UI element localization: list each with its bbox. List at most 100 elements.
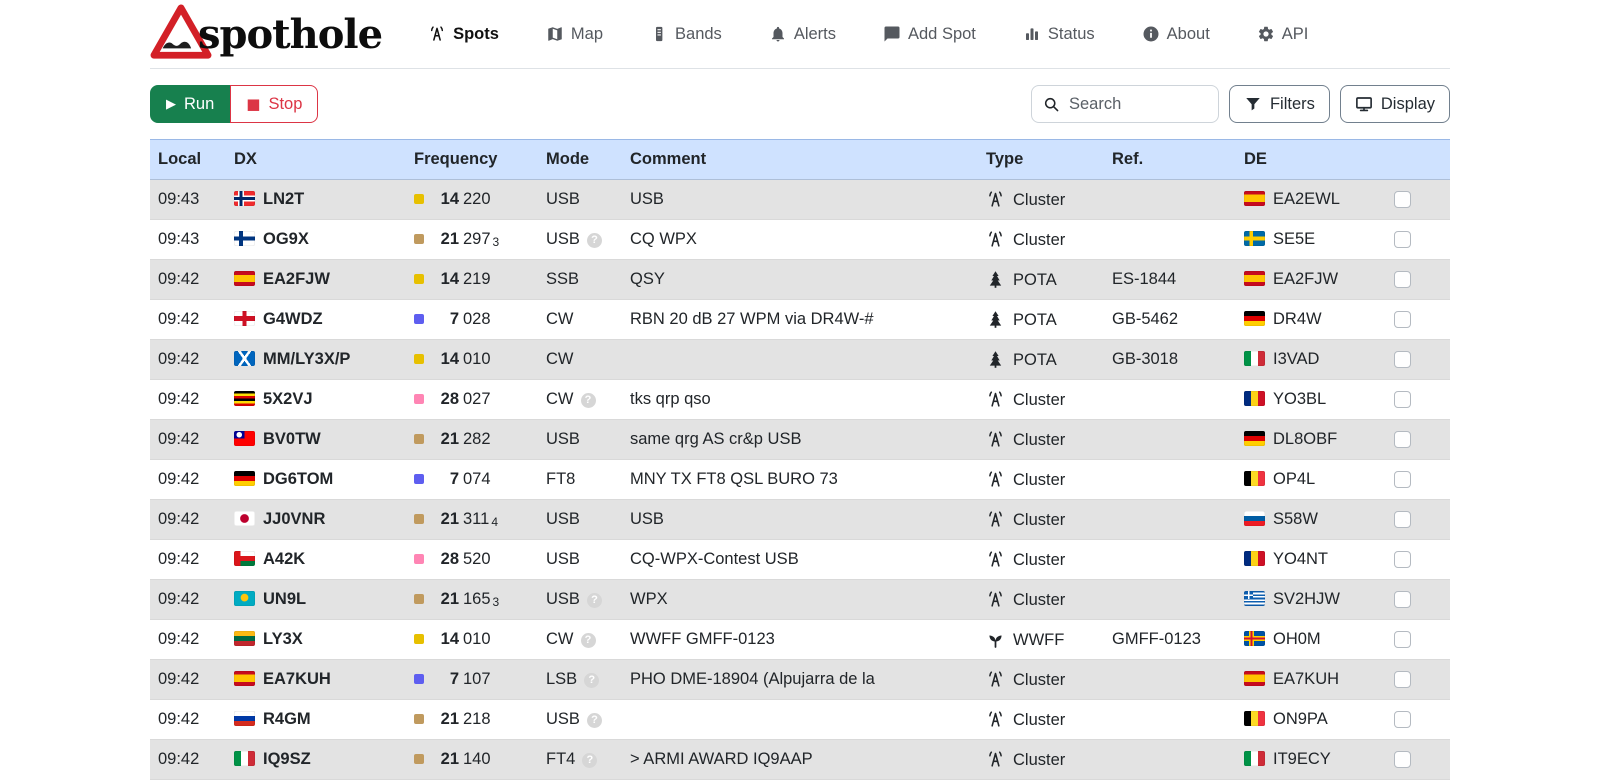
display-button[interactable]: Display: [1340, 85, 1450, 123]
ref-cell: [1104, 660, 1236, 700]
om-flag-icon: [234, 551, 255, 566]
run-stop-button-group: ▶ Run ■ Stop: [150, 85, 318, 123]
nav-item-status[interactable]: Status: [1023, 25, 1095, 44]
comment-cell: CQ-WPX-Contest USB: [622, 540, 978, 580]
dx-callsign[interactable]: BV0TW: [263, 430, 321, 448]
frequency-khz: 520: [463, 550, 491, 568]
dx-callsign[interactable]: A42K: [263, 550, 305, 568]
column-header-type[interactable]: Type: [978, 140, 1104, 180]
nav-item-alerts[interactable]: Alerts: [769, 25, 836, 44]
search-input[interactable]: [1069, 95, 1207, 114]
dx-callsign[interactable]: G4WDZ: [263, 310, 323, 328]
de-callsign[interactable]: EA2EWL: [1273, 190, 1340, 208]
local-time: 09:42: [158, 630, 199, 648]
dx-callsign[interactable]: MM/LY3X/P: [263, 350, 350, 368]
de-callsign[interactable]: DL8OBF: [1273, 430, 1337, 448]
spot-select-checkbox[interactable]: [1394, 191, 1411, 208]
ref-label[interactable]: GMFF-0123: [1112, 630, 1201, 648]
spot-select-checkbox[interactable]: [1394, 631, 1411, 648]
de-cell: EA2EWL: [1236, 180, 1386, 220]
nav-item-about[interactable]: About: [1142, 25, 1210, 44]
spot-select-checkbox[interactable]: [1394, 551, 1411, 568]
comment-text: tks qrp qso: [630, 390, 711, 408]
nav-item-bands[interactable]: Bands: [650, 25, 722, 44]
de-callsign[interactable]: OH0M: [1273, 630, 1321, 648]
spot-select-checkbox[interactable]: [1394, 511, 1411, 528]
dx-callsign[interactable]: DG6TOM: [263, 470, 333, 488]
comment-cell: WWFF GMFF-0123: [622, 620, 978, 660]
column-header-de[interactable]: DE: [1236, 140, 1386, 180]
spot-select-checkbox[interactable]: [1394, 751, 1411, 768]
dx-callsign[interactable]: EA2FJW: [263, 270, 330, 288]
column-header-frequency[interactable]: Frequency: [406, 140, 538, 180]
de-callsign[interactable]: IT9ECY: [1273, 750, 1331, 768]
type-label: WWFF: [1013, 631, 1064, 649]
type-label: POTA: [1013, 351, 1057, 369]
de-callsign[interactable]: EA7KUH: [1273, 670, 1339, 688]
spot-select-checkbox[interactable]: [1394, 271, 1411, 288]
spot-select-checkbox[interactable]: [1394, 711, 1411, 728]
mode-label: SSB: [546, 270, 579, 288]
spot-select-checkbox[interactable]: [1394, 231, 1411, 248]
ref-label[interactable]: GB-3018: [1112, 350, 1178, 368]
dx-callsign[interactable]: R4GM: [263, 710, 311, 728]
frequency-khz: 140: [463, 750, 491, 768]
comment-cell: QSY: [622, 260, 978, 300]
column-header-local[interactable]: Local: [150, 140, 226, 180]
ref-cell: ES-1844: [1104, 260, 1236, 300]
select-cell: [1386, 660, 1450, 700]
dx-callsign[interactable]: JJ0VNR: [263, 510, 325, 528]
spot-select-checkbox[interactable]: [1394, 351, 1411, 368]
nav-item-api[interactable]: API: [1257, 25, 1309, 44]
dx-callsign[interactable]: OG9X: [263, 230, 309, 248]
frequency-khz: 010: [463, 350, 491, 368]
spot-select-checkbox[interactable]: [1394, 671, 1411, 688]
de-callsign[interactable]: OP4L: [1273, 470, 1315, 488]
de-callsign[interactable]: I3VAD: [1273, 350, 1319, 368]
tree-icon: [986, 270, 1005, 289]
nav-item-spots[interactable]: Spots: [428, 25, 499, 44]
de-callsign[interactable]: S58W: [1273, 510, 1318, 528]
antenna-icon: [986, 670, 1005, 689]
stop-button[interactable]: ■ Stop: [230, 85, 318, 123]
type-label: Cluster: [1013, 231, 1065, 249]
spot-select-checkbox[interactable]: [1394, 391, 1411, 408]
spot-select-checkbox[interactable]: [1394, 591, 1411, 608]
ref-label[interactable]: GB-5462: [1112, 310, 1178, 328]
column-header-comment[interactable]: Comment: [622, 140, 978, 180]
local-time-cell: 09:43: [150, 180, 226, 220]
de-callsign[interactable]: EA2FJW: [1273, 270, 1338, 288]
de-callsign[interactable]: YO4NT: [1273, 550, 1328, 568]
de-callsign[interactable]: ON9PA: [1273, 710, 1328, 728]
column-header-mode[interactable]: Mode: [538, 140, 622, 180]
de-cell: I3VAD: [1236, 340, 1386, 380]
dx-callsign[interactable]: EA7KUH: [263, 670, 331, 688]
frequency-cell: 7074: [406, 460, 538, 500]
select-cell: [1386, 300, 1450, 340]
brand-logo[interactable]: spothole: [150, 3, 382, 66]
type-cell: Cluster: [978, 460, 1104, 500]
dx-callsign[interactable]: 5X2VJ: [263, 390, 313, 408]
dx-callsign[interactable]: LN2T: [263, 190, 304, 208]
de-callsign[interactable]: DR4W: [1273, 310, 1322, 328]
spot-select-checkbox[interactable]: [1394, 471, 1411, 488]
column-header-dx[interactable]: DX: [226, 140, 406, 180]
nav-item-map[interactable]: Map: [546, 25, 603, 44]
dx-callsign[interactable]: UN9L: [263, 590, 306, 608]
de-callsign[interactable]: SV2HJW: [1273, 590, 1340, 608]
de-callsign[interactable]: YO3BL: [1273, 390, 1326, 408]
run-button[interactable]: ▶ Run: [150, 85, 230, 123]
nav-item-label: Status: [1048, 25, 1095, 44]
column-header-ref[interactable]: Ref.: [1104, 140, 1236, 180]
de-callsign[interactable]: SE5E: [1273, 230, 1315, 248]
ref-label[interactable]: ES-1844: [1112, 270, 1176, 288]
spot-select-checkbox[interactable]: [1394, 431, 1411, 448]
de-cell: SV2HJW: [1236, 580, 1386, 620]
spot-select-checkbox[interactable]: [1394, 311, 1411, 328]
de-cell: ON9PA: [1236, 700, 1386, 740]
dx-callsign[interactable]: LY3X: [263, 630, 303, 648]
table-row: 09:42G4WDZ7028CWRBN 20 dB 27 WPM via DR4…: [150, 300, 1450, 340]
dx-callsign[interactable]: IQ9SZ: [263, 750, 311, 768]
filters-button[interactable]: Filters: [1229, 85, 1330, 123]
nav-item-add-spot[interactable]: Add Spot: [883, 25, 976, 44]
